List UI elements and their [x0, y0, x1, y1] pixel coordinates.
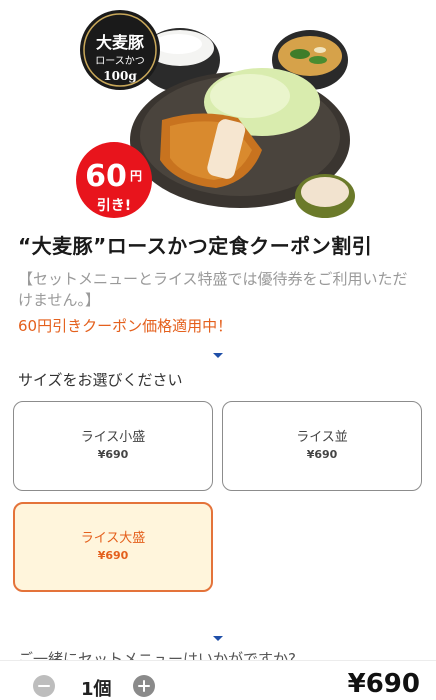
decrease-quantity-button[interactable]: [33, 675, 55, 697]
badge-line3: 100g: [103, 69, 137, 83]
discount-badge: 60 円 引き!: [76, 142, 152, 218]
size-option-price: ¥690: [97, 448, 129, 461]
chevron-down-icon: [213, 353, 223, 358]
discount-amount: 60: [85, 159, 127, 194]
size-option-regular[interactable]: ライス並 ¥690: [222, 401, 422, 491]
product-badge: 大麦豚 ロースかつ 100g: [80, 10, 160, 90]
tonkatsu-plate: [130, 68, 355, 218]
size-option-small[interactable]: ライス小盛 ¥690: [13, 401, 213, 491]
hero-image: 大麦豚 ロースかつ 100g 60 円 引き!: [0, 0, 436, 228]
product-photo: 大麦豚 ロースかつ 100g 60 円 引き!: [76, 10, 355, 218]
promo-applied-text: 60円引きクーポン価格適用中！: [18, 317, 233, 335]
total-price: ¥690: [347, 669, 420, 699]
size-option-price: ¥690: [97, 549, 129, 562]
size-option-price: ¥690: [306, 448, 338, 461]
size-option-name: ライス大盛: [80, 531, 146, 546]
quantity-value: 1個: [81, 679, 112, 700]
chevron-down-icon: [213, 636, 223, 641]
discount-label: 引き!: [97, 198, 131, 214]
upsell-section-label: ご一緒にセットメニューはいかがですか?: [18, 650, 296, 660]
discount-unit: 円: [130, 169, 142, 183]
size-option-name: ライス並: [296, 430, 348, 445]
badge-line2: ロースかつ: [95, 55, 145, 67]
order-bar: 1個 ¥690: [0, 660, 436, 700]
minus-icon: [38, 684, 50, 688]
size-section-label: サイズをお選びください: [18, 371, 183, 389]
product-title: “大麦豚”ロースかつ定食クーポン割引: [18, 234, 373, 258]
badge-line1: 大麦豚: [96, 33, 144, 52]
increase-quantity-button[interactable]: [133, 675, 155, 697]
plus-icon-vertical: [142, 680, 146, 692]
coupon-notice: 【セットメニューとライス特盛では優待券をご利用いただけません。】: [18, 270, 408, 309]
size-option-large-selected[interactable]: ライス大盛 ¥690: [13, 502, 213, 592]
size-option-name: ライス小盛: [80, 430, 146, 445]
